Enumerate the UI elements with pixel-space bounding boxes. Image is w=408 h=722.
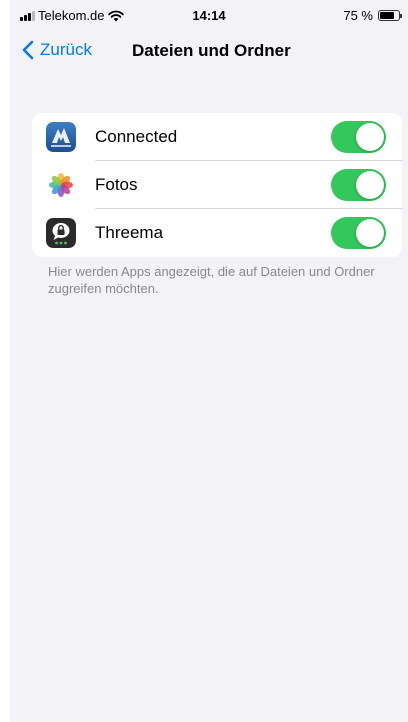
toggle-fotos[interactable] (331, 169, 386, 201)
status-bar: Telekom.de 14:14 75 % (10, 0, 408, 30)
toggle-knob (356, 171, 384, 199)
battery-percent: 75 % (343, 8, 373, 23)
list-item-fotos: Fotos (32, 161, 402, 209)
battery-fill (380, 12, 394, 19)
chevron-left-icon (22, 40, 34, 60)
apps-list: Connected Fotos Threema (32, 113, 402, 257)
list-item-threema: Threema (32, 209, 402, 257)
toggle-connected[interactable] (331, 121, 386, 153)
navigation-bar: Zurück Dateien und Ordner (10, 30, 408, 74)
back-label: Zurück (40, 40, 92, 59)
threema-app-icon (46, 218, 76, 248)
battery-icon (378, 10, 402, 21)
page-title: Dateien und Ordner (132, 41, 291, 60)
connected-app-icon (46, 122, 76, 152)
status-right: 75 % (343, 8, 402, 23)
toggle-threema[interactable] (331, 217, 386, 249)
footer-description: Hier werden Apps angezeigt, die auf Date… (48, 264, 375, 296)
photos-app-icon (46, 170, 76, 200)
screen: Telekom.de 14:14 75 % Zurück Dateien und… (10, 0, 408, 722)
back-button[interactable]: Zurück (22, 40, 92, 60)
app-name: Connected (95, 127, 178, 146)
app-name: Threema (95, 223, 164, 242)
toggle-knob (356, 123, 384, 151)
app-name: Fotos (95, 175, 138, 194)
toggle-knob (356, 219, 384, 247)
list-item-connected: Connected (32, 113, 402, 161)
